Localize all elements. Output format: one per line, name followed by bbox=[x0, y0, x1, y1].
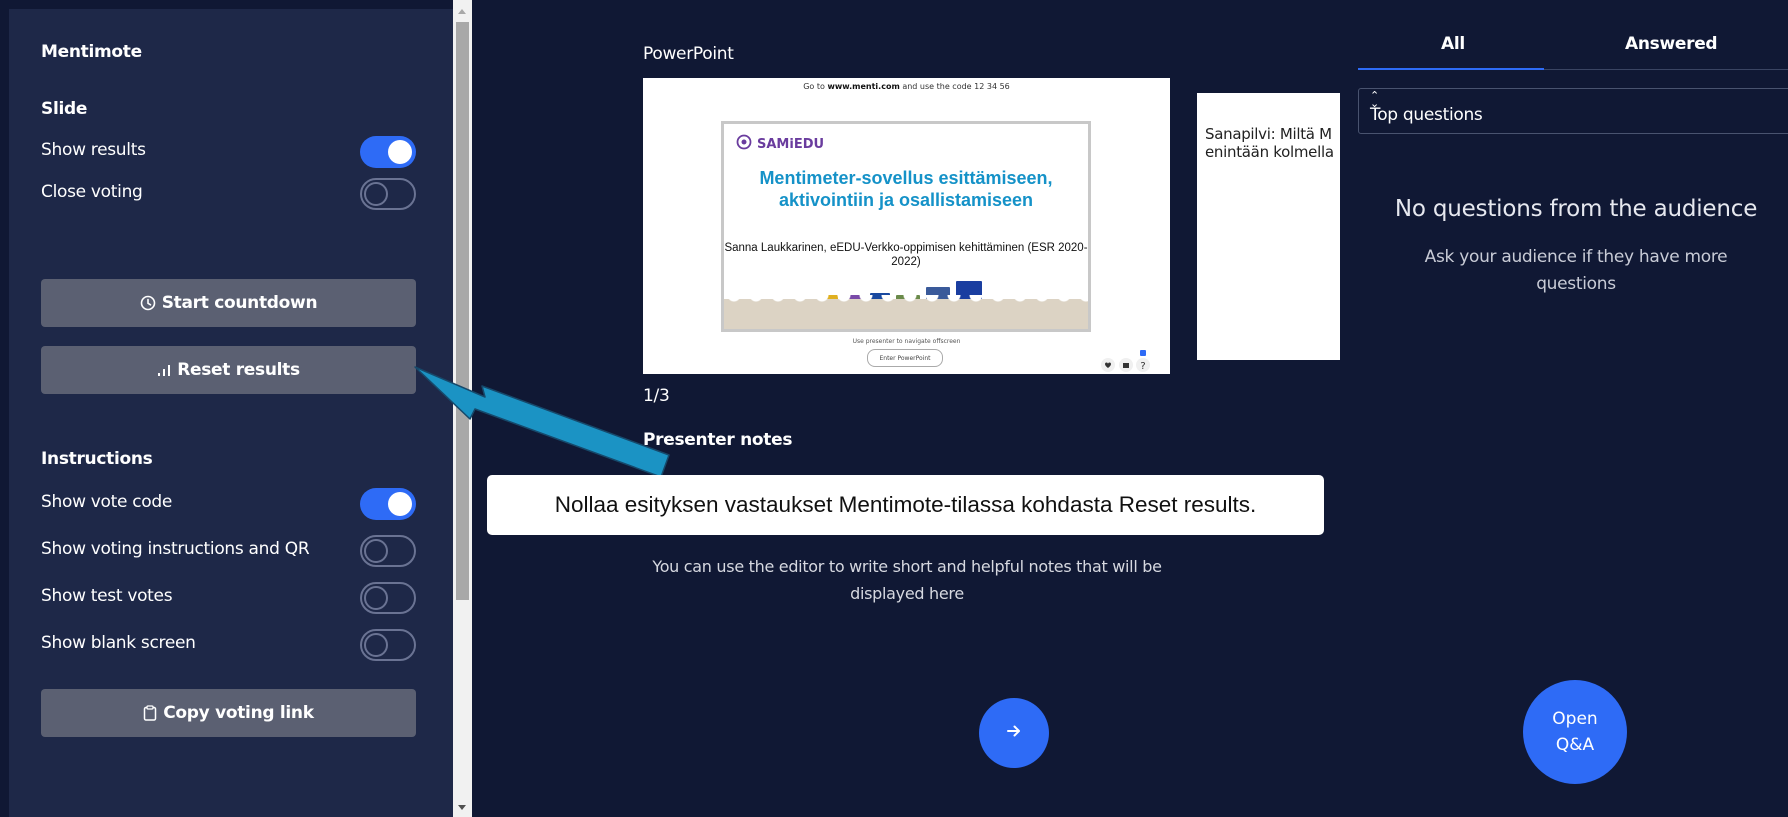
menti-url: www.menti.com bbox=[827, 82, 900, 91]
scroll-up-arrow[interactable] bbox=[458, 9, 466, 14]
close-voting-label: Close voting bbox=[41, 182, 143, 202]
show-results-label: Show results bbox=[41, 140, 146, 160]
show-voting-instructions-label: Show voting instructions and QR bbox=[41, 539, 310, 559]
embedded-powerpoint-slide: SAMiEDU Mentimeter-sovellus esittämiseen… bbox=[721, 121, 1091, 332]
question-sort-select[interactable]: ⌃ ⌄ Top questions bbox=[1358, 88, 1788, 134]
slide-counter: 1/3 bbox=[643, 386, 670, 406]
show-test-votes-toggle[interactable] bbox=[360, 582, 416, 614]
sidebar-scrollbar[interactable] bbox=[453, 0, 472, 817]
bar-chart-icon bbox=[157, 363, 171, 377]
start-countdown-label: Start countdown bbox=[161, 293, 318, 313]
reaction-icons: ? bbox=[1101, 350, 1150, 372]
copy-voting-link-button[interactable]: Copy voting link bbox=[41, 689, 416, 737]
scrollbar-thumb[interactable] bbox=[456, 22, 469, 600]
next-slide-line1: Sanapilvi: Miltä M bbox=[1205, 125, 1332, 143]
app-title: Mentimote bbox=[41, 42, 142, 62]
open-qa-line1: Open bbox=[1552, 709, 1598, 729]
copy-voting-link-label: Copy voting link bbox=[163, 703, 314, 723]
arrow-right-icon bbox=[1004, 721, 1024, 745]
close-voting-toggle[interactable] bbox=[360, 178, 416, 210]
reset-results-button[interactable]: Reset results bbox=[41, 346, 416, 394]
presenter-notes-heading: Presenter notes bbox=[643, 430, 793, 450]
slide-subtitle: Sanna Laukkarinen, eEDU-Verkko-oppimisen… bbox=[724, 242, 1088, 268]
decorative-wave bbox=[724, 295, 1088, 329]
open-qa-line2: Q&A bbox=[1555, 735, 1595, 755]
powerpoint-label: PowerPoint bbox=[643, 44, 734, 64]
no-questions-subtitle: Ask your audience if they have more ques… bbox=[1424, 247, 1728, 294]
scroll-down-arrow[interactable] bbox=[458, 805, 466, 810]
control-sidebar: Mentimote Slide Show results Close votin… bbox=[9, 9, 453, 817]
active-tab-indicator bbox=[1358, 68, 1544, 70]
show-blank-screen-toggle[interactable] bbox=[360, 629, 416, 661]
samiedu-brand-text: SAMiEDU bbox=[757, 136, 825, 152]
clock-icon bbox=[140, 295, 156, 311]
show-test-votes-label: Show test votes bbox=[41, 586, 173, 606]
no-questions-title: No questions from the audience bbox=[1394, 196, 1758, 222]
menti-code-line: Go to www.menti.com and use the code 12 … bbox=[643, 82, 1170, 91]
tab-all[interactable]: All bbox=[1441, 34, 1465, 54]
current-slide-preview[interactable]: Go to www.menti.com and use the code 12 … bbox=[643, 78, 1170, 374]
show-voting-instructions-toggle[interactable] bbox=[360, 535, 416, 567]
tab-answered[interactable]: Answered bbox=[1625, 34, 1718, 54]
start-countdown-button[interactable]: Start countdown bbox=[41, 279, 416, 327]
reset-results-label: Reset results bbox=[177, 360, 300, 380]
tab-divider bbox=[1544, 69, 1788, 70]
show-vote-code-label: Show vote code bbox=[41, 492, 173, 512]
next-slide-preview[interactable]: Sanapilvi: Miltä M enintään kolmella bbox=[1197, 93, 1340, 360]
next-slide-button[interactable] bbox=[979, 698, 1049, 768]
question-sort-value: Top questions bbox=[1370, 105, 1483, 125]
slide-title: Mentimeter-sovellus esittämiseen, aktivo… bbox=[759, 168, 1053, 210]
mentimote-app: Mentimote Slide Show results Close votin… bbox=[0, 0, 1788, 817]
next-slide-line2: enintään kolmella bbox=[1205, 143, 1334, 161]
enter-powerpoint-pill: Enter PowerPoint bbox=[867, 349, 943, 367]
menti-suffix: and use the code 12 34 56 bbox=[899, 82, 1010, 91]
svg-text:?: ? bbox=[1140, 361, 1145, 372]
open-qa-button[interactable]: Open Q&A bbox=[1523, 680, 1627, 784]
samiedu-logo-icon bbox=[736, 134, 752, 154]
menti-prefix: Go to bbox=[803, 82, 828, 91]
instructions-section-heading: Instructions bbox=[41, 449, 153, 469]
show-vote-code-toggle[interactable] bbox=[360, 488, 416, 520]
next-slide-text: Sanapilvi: Miltä M enintään kolmella bbox=[1205, 125, 1340, 161]
annotation-callout: Nollaa esityksen vastaukset Mentimote-ti… bbox=[487, 475, 1324, 535]
presenter-notes-empty-text: You can use the editor to write short an… bbox=[652, 557, 1162, 603]
slide-section-heading: Slide bbox=[41, 99, 88, 119]
samiedu-logo: SAMiEDU bbox=[736, 134, 824, 154]
show-blank-screen-label: Show blank screen bbox=[41, 633, 196, 653]
slide-bottom-hint: Use presenter to navigate offscreen bbox=[852, 338, 961, 345]
show-results-toggle[interactable] bbox=[360, 136, 416, 168]
clipboard-icon bbox=[143, 705, 157, 721]
